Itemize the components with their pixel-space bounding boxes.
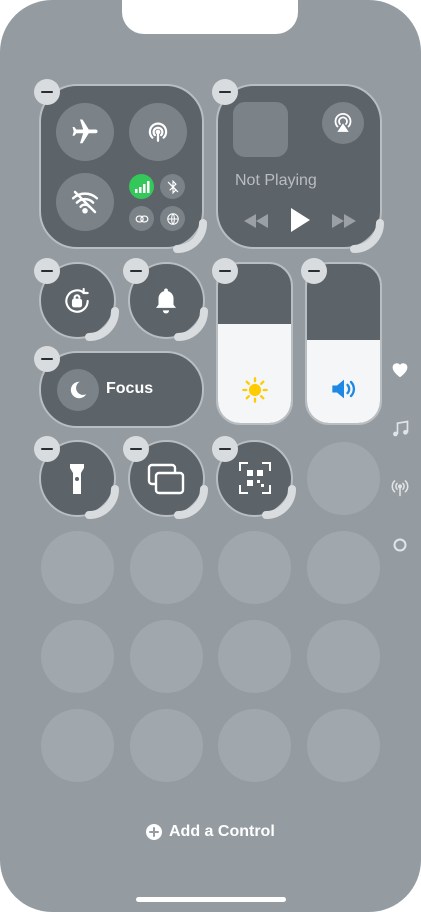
- music-note-icon[interactable]: [389, 418, 411, 440]
- link-icon: [135, 215, 148, 222]
- empty-control-slot[interactable]: [218, 620, 291, 693]
- empty-control-slot[interactable]: [307, 620, 380, 693]
- airplay-button[interactable]: [322, 102, 364, 144]
- rewind-icon: [244, 214, 268, 228]
- remove-connectivity-button[interactable]: [34, 79, 60, 105]
- album-artwork: [233, 102, 288, 157]
- empty-control-slot[interactable]: [130, 531, 203, 604]
- empty-control-slot[interactable]: [307, 531, 380, 604]
- empty-control-slot[interactable]: [130, 620, 203, 693]
- empty-control-slot[interactable]: [218, 709, 291, 782]
- add-control-label: Add a Control: [169, 823, 275, 840]
- cellular-toggle[interactable]: [129, 174, 154, 199]
- empty-control-slot[interactable]: [41, 620, 114, 693]
- resize-handle-connectivity[interactable]: [173, 219, 209, 255]
- remove-code-scanner-button[interactable]: [212, 436, 238, 462]
- cellular-signal-icon: [134, 180, 149, 193]
- rewind-button[interactable]: [240, 209, 272, 233]
- focus-label: Focus: [106, 380, 154, 397]
- wifi-off-icon: [71, 190, 99, 214]
- remove-volume-button[interactable]: [301, 258, 327, 284]
- heart-icon[interactable]: [389, 358, 411, 380]
- empty-control-slot[interactable]: [307, 442, 380, 515]
- airdrop-icon: [148, 122, 168, 142]
- speaker-icon: [327, 373, 361, 405]
- personal-hotspot-toggle[interactable]: [129, 206, 154, 231]
- remove-orientation-lock-button[interactable]: [34, 258, 60, 284]
- resize-handle-silent-mode[interactable]: [174, 307, 210, 343]
- wifi-toggle[interactable]: [56, 173, 114, 231]
- empty-control-slot[interactable]: [307, 709, 380, 782]
- remove-silent-mode-button[interactable]: [123, 258, 149, 284]
- circle-icon[interactable]: [389, 534, 411, 556]
- bluetooth-toggle[interactable]: [160, 174, 185, 199]
- play-button[interactable]: [286, 205, 314, 235]
- bluetooth-off-icon: [167, 179, 178, 194]
- plus-circle-icon: [146, 824, 162, 840]
- resize-handle-code-scanner[interactable]: [262, 485, 298, 521]
- resize-handle-orientation-lock[interactable]: [85, 307, 121, 343]
- remove-flashlight-button[interactable]: [34, 436, 60, 462]
- antenna-icon[interactable]: [389, 477, 411, 499]
- empty-control-slot[interactable]: [218, 531, 291, 604]
- airplane-mode-toggle[interactable]: [56, 103, 114, 161]
- airdrop-toggle[interactable]: [129, 103, 187, 161]
- remove-brightness-button[interactable]: [212, 258, 238, 284]
- airplay-audio-icon: [334, 113, 352, 132]
- empty-control-slot[interactable]: [41, 531, 114, 604]
- empty-control-slot[interactable]: [130, 709, 203, 782]
- resize-handle-flashlight[interactable]: [85, 485, 121, 521]
- focus-moon-button[interactable]: [57, 369, 99, 411]
- remove-focus-button[interactable]: [34, 346, 60, 372]
- play-icon: [291, 208, 310, 232]
- empty-control-slot[interactable]: [41, 709, 114, 782]
- resize-handle-now-playing[interactable]: [350, 219, 386, 255]
- now-playing-status: Not Playing: [235, 172, 317, 189]
- moon-icon: [70, 381, 87, 399]
- control-center-edit-screen: Not Playing Focus Add a Control: [0, 0, 421, 912]
- add-control-button[interactable]: Add a Control: [146, 823, 275, 841]
- device-notch: [122, 0, 298, 34]
- home-indicator[interactable]: [136, 897, 286, 902]
- sun-icon: [239, 374, 271, 406]
- resize-handle-screen-mirroring[interactable]: [174, 485, 210, 521]
- airplane-icon: [72, 119, 98, 144]
- remove-screen-mirroring-button[interactable]: [123, 436, 149, 462]
- remove-now-playing-button[interactable]: [212, 79, 238, 105]
